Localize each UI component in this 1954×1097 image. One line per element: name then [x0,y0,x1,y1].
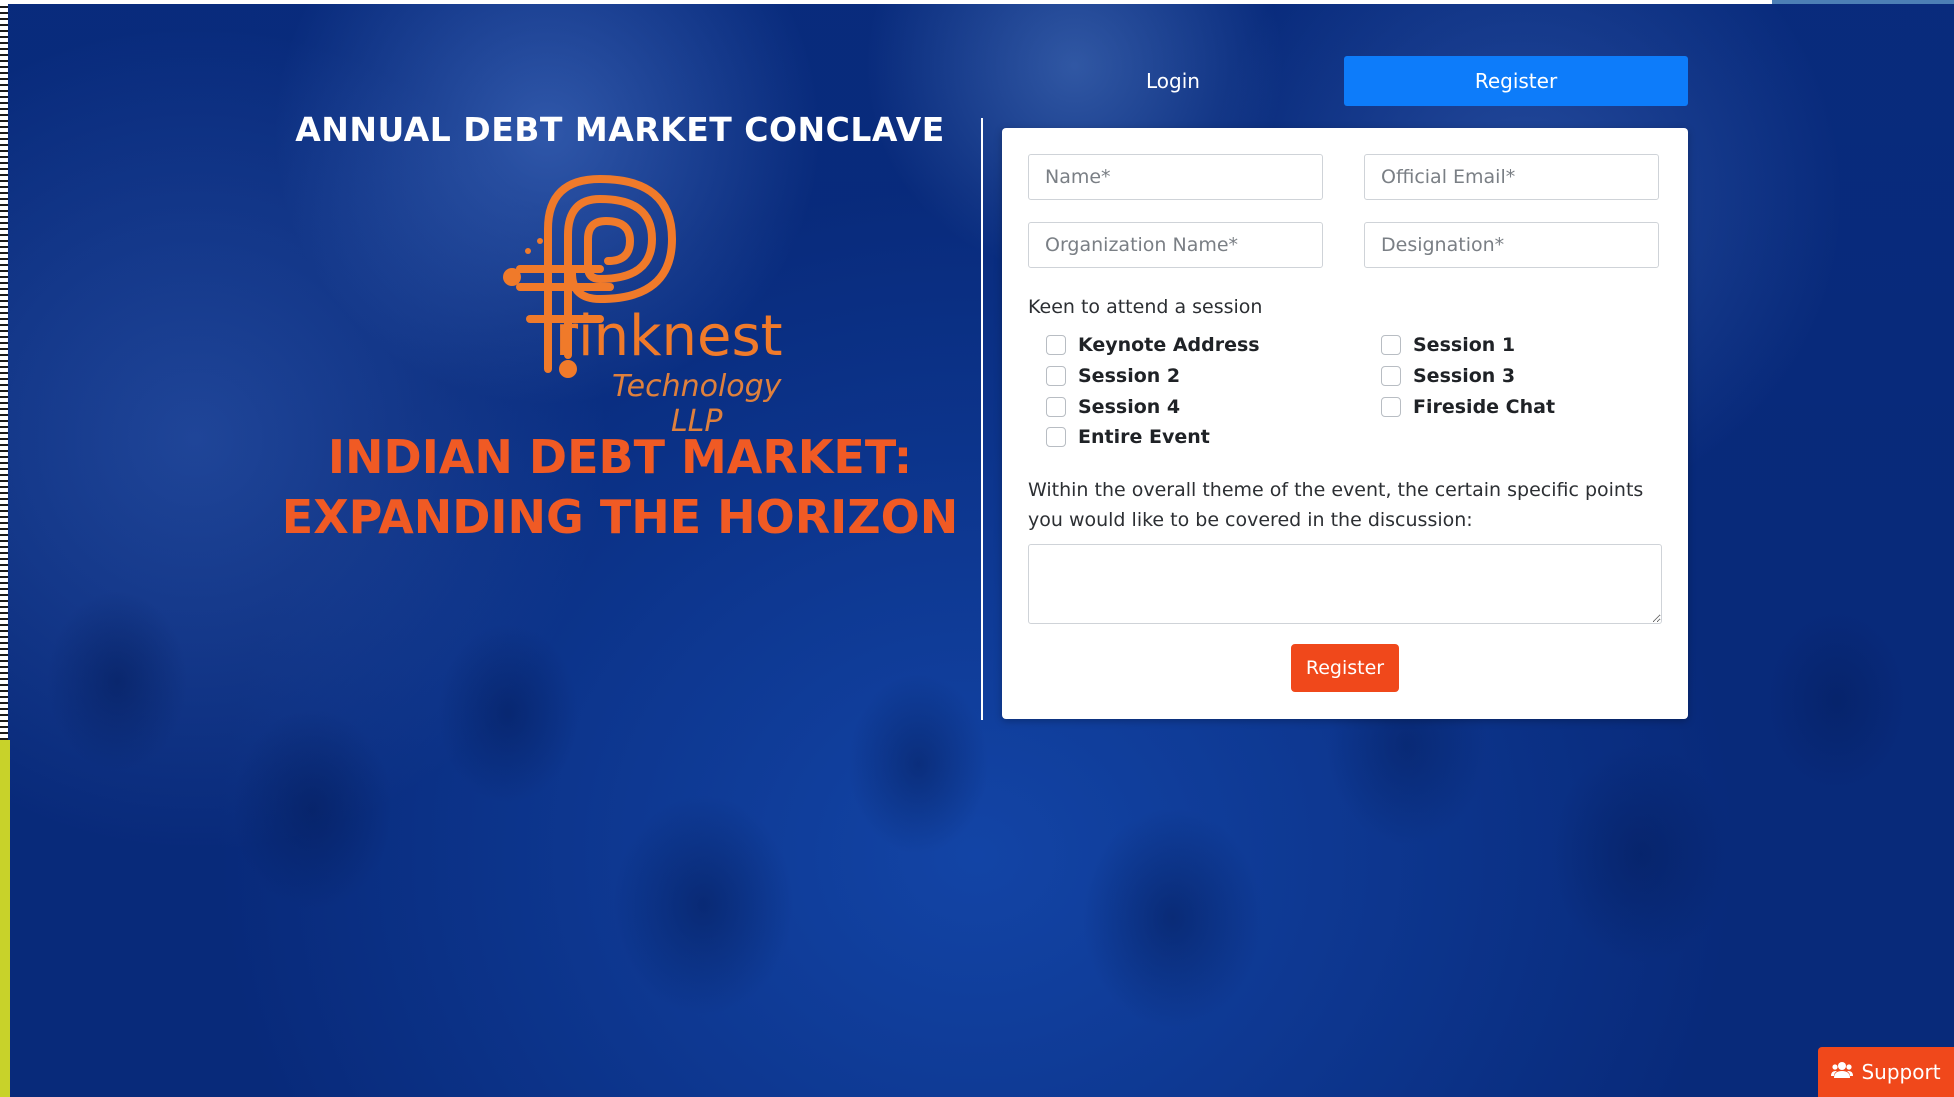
checkbox-box[interactable] [1046,397,1066,417]
checkbox-box[interactable] [1046,427,1066,447]
checkbox-box[interactable] [1381,397,1401,417]
checkbox-label: Session 4 [1078,396,1181,418]
discussion-textarea[interactable] [1028,544,1662,624]
conclave-title: ANNUAL DEBT MARKET CONCLAVE [295,110,945,149]
checkbox-label: Session 1 [1413,334,1516,356]
checkbox-session-1[interactable]: Session 1 [1381,334,1515,356]
tab-login[interactable]: Login [1002,56,1344,106]
checkbox-label: Session 3 [1413,365,1516,387]
checkbox-session-2[interactable]: Session 2 [1046,365,1180,387]
auth-tabs: Login Register [1002,56,1688,106]
checkbox-label: Session 2 [1078,365,1181,387]
registration-form: Keen to attend a session Keynote Address… [1002,128,1688,719]
tab-register[interactable]: Register [1344,56,1688,106]
top-right-accent [1772,0,1954,4]
checkbox-label: Keynote Address [1078,334,1260,356]
logo-wordmark: rinknest [555,304,783,369]
prinknest-logo: rinknest Technology LLP [460,169,783,439]
session-label: Keen to attend a session [1028,296,1263,318]
checkbox-label: Entire Event [1078,426,1210,448]
event-headline: INDIAN DEBT MARKET: EXPANDING THE HORIZO… [280,427,960,547]
logo-subtitle: Technology LLP [612,369,782,439]
checkbox-box[interactable] [1381,366,1401,386]
checkbox-session-4[interactable]: Session 4 [1046,396,1180,418]
checkbox-label: Fireside Chat [1413,396,1556,418]
discussion-label: Within the overall theme of the event, t… [1028,479,1644,531]
register-submit-button[interactable]: Register [1291,644,1399,692]
organization-name-input[interactable] [1028,222,1323,268]
users-icon [1831,1060,1854,1084]
checkbox-keynote-address[interactable]: Keynote Address [1046,334,1260,356]
headline-line-2: EXPANDING THE HORIZON [281,490,959,544]
event-branding: ANNUAL DEBT MARKET CONCLAVE rinknest Tec… [280,110,960,547]
checkbox-session-3[interactable]: Session 3 [1381,365,1515,387]
checkbox-entire-event[interactable]: Entire Event [1046,426,1210,448]
left-edge-strip [0,0,8,740]
official-email-input[interactable] [1364,154,1659,200]
checkbox-box[interactable] [1046,335,1066,355]
vertical-divider [981,118,983,720]
name-input[interactable] [1028,154,1323,200]
support-label: Support [1861,1060,1941,1084]
left-edge-accent [0,740,10,1097]
checkbox-box[interactable] [1046,366,1066,386]
top-border [0,0,1954,4]
checkbox-box[interactable] [1381,335,1401,355]
checkbox-fireside-chat[interactable]: Fireside Chat [1381,396,1555,418]
designation-input[interactable] [1364,222,1659,268]
support-button[interactable]: Support [1818,1047,1954,1097]
